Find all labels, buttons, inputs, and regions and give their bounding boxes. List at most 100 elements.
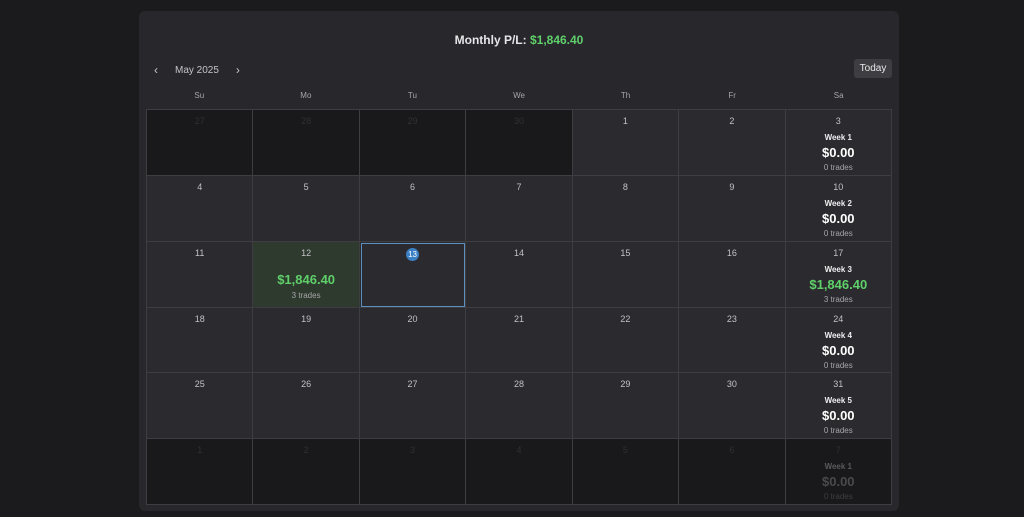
day-number: 24 [833, 313, 844, 324]
day-trade-count: 3 trades [291, 290, 321, 300]
calendar-day-cell[interactable]: 20 [359, 307, 467, 374]
calendar-day-cell[interactable]: 1 [572, 110, 680, 176]
calendar-day-cell[interactable]: 29 [359, 110, 467, 176]
today-marker: 13 [360, 247, 465, 261]
calendar-day-cell[interactable]: 7 [466, 175, 573, 242]
day-number: 30 [726, 379, 737, 390]
calendar-grid: 27 28 29 30 1 2 3 Week 1 $0.00 0 trades 4 5 6 7 8 9 10 We… [146, 109, 892, 505]
weekday-label: Fr [728, 91, 736, 100]
day-number: 29 [407, 116, 418, 126]
day-number: 9 [729, 181, 735, 192]
calendar-day-cell[interactable]: 9 [679, 175, 786, 242]
today-button[interactable]: Today [854, 59, 892, 78]
calendar-day-cell[interactable]: 4 [147, 175, 254, 242]
week-pnl: $0.00 [822, 408, 855, 424]
weekday-label: Th [620, 91, 631, 100]
week-summary-cell[interactable]: 24 Week 4 $0.00 0 trades [785, 307, 892, 374]
day-number: 4 [516, 445, 522, 456]
day-number: 3 [835, 116, 841, 126]
day-number: 15 [620, 247, 631, 258]
week-label: Week 3 [824, 264, 852, 274]
monthly-pl-header: Monthly P/L: $1,846.40 [139, 33, 899, 47]
day-pnl: $1,846.40 [277, 271, 336, 287]
calendar-day-cell[interactable]: 6 [679, 439, 786, 505]
calendar-day-cell[interactable]: 22 [572, 307, 680, 374]
day-number: 19 [301, 313, 312, 324]
calendar-day-cell[interactable]: 28 [466, 373, 573, 440]
calendar-day-cell[interactable]: 23 [679, 307, 786, 374]
monthly-pl-label: Monthly P/L: [454, 33, 527, 47]
calendar-day-cell[interactable]: 18 [147, 307, 254, 374]
weekday-label: Su [194, 91, 205, 100]
week-summary-cell[interactable]: 31 Week 5 $0.00 0 trades [785, 373, 892, 440]
calendar-day-cell[interactable]: 11 [147, 241, 254, 308]
calendar-day-cell[interactable]: 2 [253, 439, 360, 505]
calendar-day-cell[interactable]: 27 [147, 110, 254, 176]
chevron-left-icon[interactable]: ‹ [149, 60, 163, 80]
day-number: 5 [622, 445, 628, 456]
day-number: 7 [516, 181, 522, 192]
day-number: 6 [729, 445, 735, 456]
day-number: 18 [194, 313, 205, 324]
calendar-day-cell[interactable]: 6 [359, 175, 467, 242]
chevron-right-icon[interactable]: › [231, 60, 245, 80]
month-label: May 2025 [175, 64, 219, 76]
week-pnl: $0.00 [822, 210, 855, 226]
calendar-day-cell[interactable]: 4 [466, 439, 573, 505]
week-trade-count: 0 trades [823, 360, 853, 370]
day-number: 23 [726, 313, 737, 324]
day-number: 21 [513, 313, 524, 324]
week-trade-count: 0 trades [823, 426, 853, 436]
week-trade-count: 0 trades [823, 163, 853, 172]
calendar-day-cell[interactable]: 27 [359, 373, 467, 440]
day-number: 6 [410, 181, 416, 192]
week-summary-cell[interactable]: 10 Week 2 $0.00 0 trades [785, 175, 892, 242]
calendar-day-cell[interactable]: 28 [253, 110, 360, 176]
month-navigation: ‹ May 2025 › [149, 60, 245, 80]
calendar-day-cell[interactable]: 29 [572, 373, 680, 440]
calendar-day-cell[interactable]: 2 [679, 110, 786, 176]
day-number: 25 [194, 379, 205, 390]
week-summary-cell[interactable]: 7 Week 1 $0.00 0 trades [785, 439, 892, 505]
day-number: 3 [410, 445, 416, 456]
day-number: 10 [833, 181, 844, 192]
week-summary-cell[interactable]: 17 Week 3 $1,846.40 3 trades [785, 241, 892, 308]
calendar-day-cell[interactable]: 1 [147, 439, 254, 505]
calendar-day-cell[interactable]: 21 [466, 307, 573, 374]
day-number: 31 [833, 379, 844, 390]
calendar-day-cell[interactable]: 13 [359, 241, 467, 308]
calendar-day-cell[interactable]: 14 [466, 241, 573, 308]
calendar-day-cell[interactable]: 16 [679, 241, 786, 308]
calendar-day-cell[interactable]: 5 [572, 439, 680, 505]
week-label: Week 2 [824, 198, 852, 208]
day-number: 14 [513, 247, 524, 258]
today-badge: 13 [406, 247, 420, 261]
calendar-day-cell[interactable]: 30 [466, 110, 573, 176]
day-number: 16 [726, 247, 737, 258]
week-label: Week 1 [824, 462, 852, 472]
calendar-day-cell[interactable]: 3 [359, 439, 467, 505]
day-number: 1 [622, 116, 628, 126]
calendar-day-cell[interactable]: 25 [147, 373, 254, 440]
day-number: 2 [303, 445, 309, 456]
week-pnl: $1,846.40 [809, 276, 868, 292]
weekday-label: Sa [833, 91, 844, 100]
day-number: 27 [194, 116, 205, 126]
day-number: 26 [301, 379, 312, 390]
calendar-day-cell[interactable]: 8 [572, 175, 680, 242]
calendar-day-cell[interactable]: 19 [253, 307, 360, 374]
calendar-day-cell[interactable]: 5 [253, 175, 360, 242]
day-number: 17 [833, 247, 844, 258]
week-summary-cell[interactable]: 3 Week 1 $0.00 0 trades [785, 110, 892, 176]
week-pnl: $0.00 [822, 474, 855, 490]
calendar-day-cell[interactable]: 15 [572, 241, 680, 308]
weekday-label: Mo [300, 91, 312, 100]
monthly-pl-value: $1,846.40 [529, 33, 584, 47]
day-number: 20 [407, 313, 418, 324]
day-number: 29 [620, 379, 631, 390]
weekday-label: Tu [407, 91, 417, 100]
weekday-label: We [513, 91, 525, 100]
calendar-day-cell[interactable]: 26 [253, 373, 360, 440]
calendar-day-cell[interactable]: 30 [679, 373, 786, 440]
calendar-day-cell[interactable]: 12 $1,846.40 3 trades [253, 241, 360, 308]
